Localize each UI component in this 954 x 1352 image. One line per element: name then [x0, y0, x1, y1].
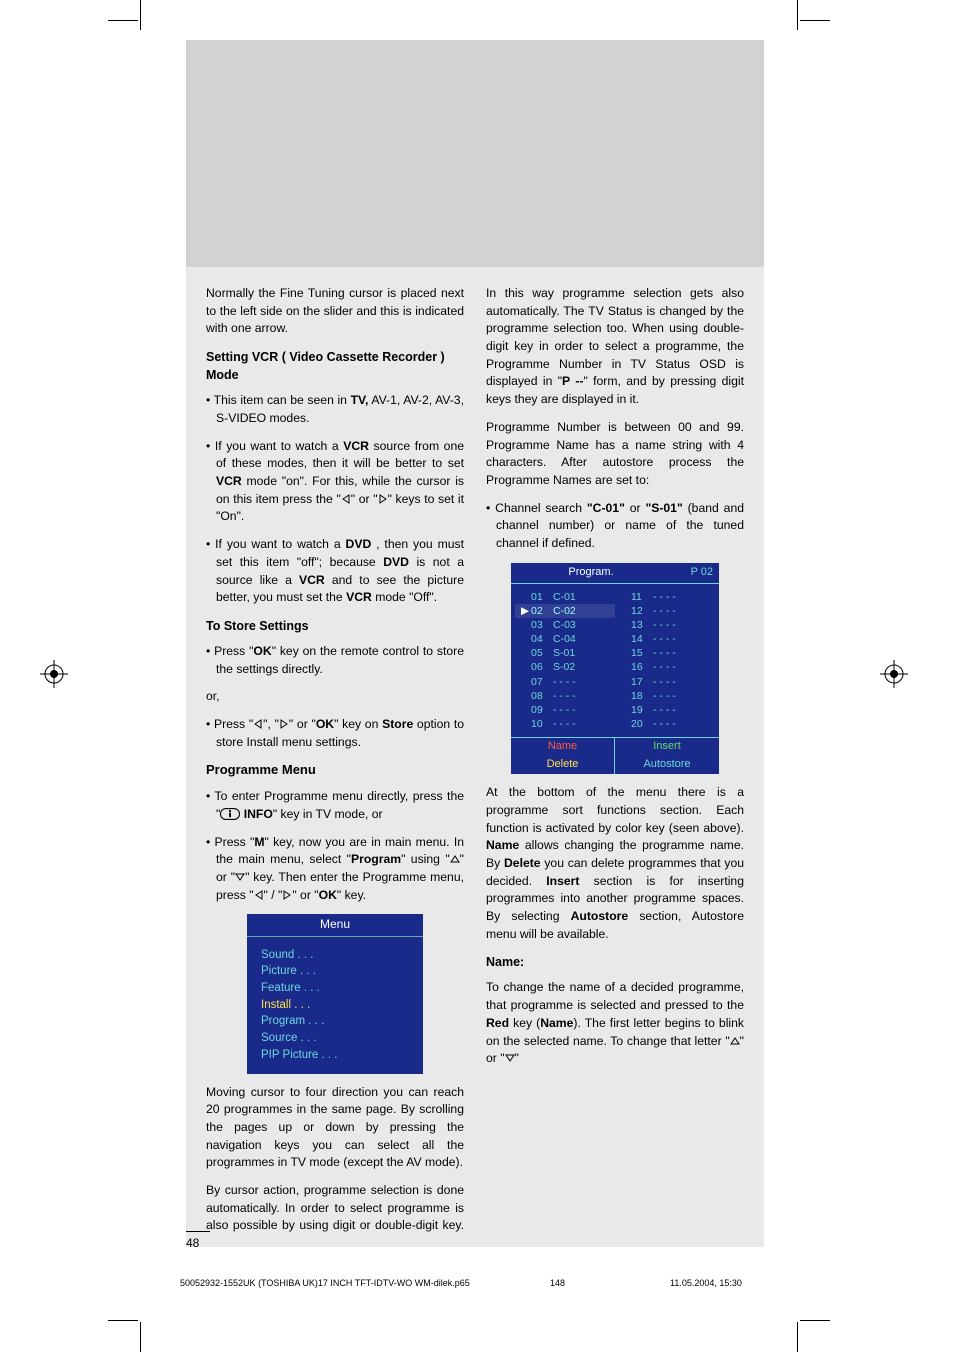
program-osd-number: P 02	[665, 565, 713, 581]
menu-item: Install . . .	[261, 997, 413, 1014]
crop-mark	[140, 0, 141, 30]
program-row: 06S-02	[515, 660, 615, 674]
program-row: 14- - - -	[615, 632, 715, 646]
program-row: 15- - - -	[615, 646, 715, 660]
program-row: 09- - - -	[515, 703, 615, 717]
program-row: 20- - - -	[615, 717, 715, 731]
page-number: 48	[186, 1231, 210, 1250]
col2-paragraph-2: Programme Number is between 00 and 99. P…	[486, 419, 744, 490]
menu-item: Feature . . .	[261, 980, 413, 997]
triangle-down-icon	[235, 872, 245, 882]
program-osd-grid: 01C-01▶02C-0203C-0304C-0405S-0106S-0207-…	[511, 584, 719, 738]
program-row: 10- - - -	[515, 717, 615, 731]
program-osd-header: Program. P 02	[511, 563, 719, 584]
program-osd-box: Program. P 02 01C-01▶02C-0203C-0304C-040…	[511, 563, 719, 775]
menu-item: Source . . .	[261, 1030, 413, 1047]
crop-mark	[797, 0, 798, 30]
triangle-down-icon	[505, 1053, 515, 1063]
vcr-bullet-1: This item can be seen in TV, AV-1, AV-2,…	[206, 392, 464, 427]
program-footer-delete: Delete	[511, 756, 615, 774]
crop-mark	[800, 1320, 830, 1321]
content-columns: Normally the Fine Tuning cursor is place…	[186, 267, 764, 1247]
footer-line: 50052932-1552UK (TOSHIBA UK)17 INCH TFT-…	[180, 1278, 940, 1288]
program-row: ▶02C-02	[515, 604, 615, 618]
menu-osd-items: Sound . . .Picture . . .Feature . . .Ins…	[247, 941, 423, 1074]
footer-page: 148	[550, 1278, 670, 1288]
menu-item: Picture . . .	[261, 963, 413, 980]
header-gray-block	[186, 40, 764, 267]
after-program-paragraph: At the bottom of the menu there is a pro…	[486, 784, 744, 943]
store-bullet-1: Press "OK" key on the remote control to …	[206, 643, 464, 678]
programme-menu-heading: Programme Menu	[206, 761, 464, 780]
triangle-left-icon	[253, 719, 263, 729]
store-bullet-2: Press "", "" or "OK" key on Store option…	[206, 716, 464, 751]
progmenu-bullet-2: Press "M" key, now you are in main menu.…	[206, 834, 464, 905]
crop-mark	[797, 1322, 798, 1352]
menu-item: PIP Picture . . .	[261, 1047, 413, 1064]
manual-page: Normally the Fine Tuning cursor is place…	[170, 40, 780, 1280]
program-row: 05S-01	[515, 646, 615, 660]
menu-item: Sound . . .	[261, 947, 413, 964]
progmenu-bullet-1: To enter Programme menu directly, press …	[206, 788, 464, 823]
after-menu-paragraph: Moving cursor to four direction you can …	[206, 1084, 464, 1172]
intro-paragraph: Normally the Fine Tuning cursor is place…	[206, 285, 464, 338]
vcr-bullet-3: If you want to watch a DVD , then you mu…	[206, 536, 464, 607]
crop-mark	[800, 20, 830, 21]
footer-datetime: 11.05.2004, 15:30	[670, 1278, 940, 1288]
program-footer-autostore: Autostore	[615, 756, 719, 774]
program-row: 01C-01	[515, 590, 615, 604]
store-or: or,	[206, 688, 464, 706]
registration-mark-icon	[880, 660, 908, 688]
menu-osd-box: Menu Sound . . .Picture . . .Feature . .…	[247, 914, 423, 1073]
program-row: 08- - - -	[515, 689, 615, 703]
vcr-heading: Setting VCR ( Video Cassette Recorder ) …	[206, 348, 464, 384]
menu-osd-title: Menu	[247, 914, 423, 940]
program-osd-title: Program.	[517, 565, 665, 581]
name-section-paragraph: To change the name of a decided programm…	[486, 979, 744, 1067]
program-row: 16- - - -	[615, 660, 715, 674]
triangle-up-icon	[450, 854, 460, 864]
triangle-left-icon	[254, 890, 264, 900]
triangle-right-icon	[282, 890, 292, 900]
crop-mark	[140, 1322, 141, 1352]
program-row: 03C-03	[515, 618, 615, 632]
triangle-right-icon	[378, 494, 388, 504]
triangle-right-icon	[279, 719, 289, 729]
program-row: 17- - - -	[615, 675, 715, 689]
vcr-bullet-2: If you want to watch a VCR source from o…	[206, 438, 464, 526]
registration-mark-icon	[40, 660, 68, 688]
footer-filename: 50052932-1552UK (TOSHIBA UK)17 INCH TFT-…	[180, 1278, 550, 1288]
triangle-up-icon	[730, 1036, 740, 1046]
name-section-heading: Name:	[486, 953, 744, 971]
crop-mark	[108, 20, 138, 21]
store-heading: To Store Settings	[206, 617, 464, 635]
program-row: 04C-04	[515, 632, 615, 646]
info-icon	[220, 808, 240, 820]
program-osd-footer: Name Insert Delete Autostore	[511, 737, 719, 774]
col2-bullet-1: Channel search "C-01" or "S-01" (band an…	[486, 500, 744, 553]
program-footer-name: Name	[511, 737, 615, 756]
crop-mark	[108, 1320, 138, 1321]
program-row: 19- - - -	[615, 703, 715, 717]
program-footer-insert: Insert	[615, 737, 719, 756]
menu-item: Program . . .	[261, 1013, 413, 1030]
program-row: 07- - - -	[515, 675, 615, 689]
program-row: 12- - - -	[615, 604, 715, 618]
program-row: 18- - - -	[615, 689, 715, 703]
program-row: 11- - - -	[615, 590, 715, 604]
program-row: 13- - - -	[615, 618, 715, 632]
triangle-left-icon	[341, 494, 351, 504]
